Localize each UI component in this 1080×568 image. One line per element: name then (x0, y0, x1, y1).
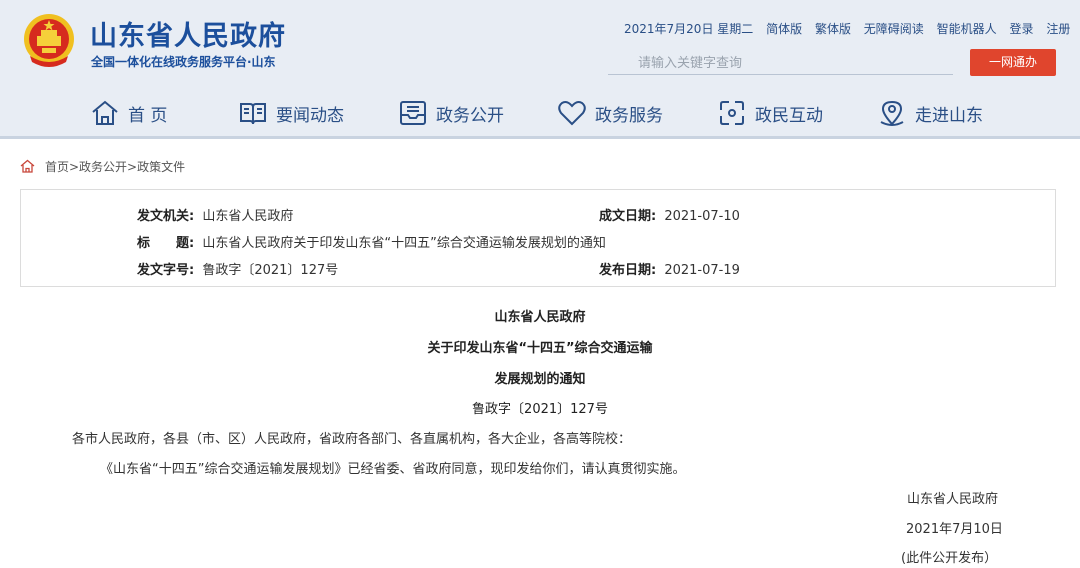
title-label: 标 题: (137, 236, 195, 251)
login-link[interactable]: 登录 (1009, 22, 1033, 36)
doc-number: 鲁政字〔2021〕127号 (472, 402, 608, 417)
doc-sign-date: 2021年7月10日 (906, 522, 1003, 537)
smart-robot-link[interactable]: 智能机器人 (937, 22, 997, 36)
title-value: 山东省人民政府关于印发山东省“十四五”综合交通运输发展规划的通知 (202, 236, 606, 251)
date-made-label: 成文日期: (599, 209, 657, 224)
doc-recipients: 各市人民政府，各县（市、区）人民政府，省政府各部门、各直属机构，各大企业，各高等… (72, 432, 632, 447)
issuer-value: 山东省人民政府 (202, 209, 294, 224)
date-made-value: 2021-07-10 (664, 209, 740, 224)
doc-no-value: 鲁政字〔2021〕127号 (202, 263, 339, 278)
nav-item-news[interactable]: 要闻动态 (238, 94, 344, 132)
traditional-link[interactable]: 繁体版 (815, 22, 851, 36)
doc-signature: 山东省人民政府 (907, 492, 999, 507)
publish-date-value: 2021-07-19 (664, 263, 740, 278)
doc-heading-issuer: 山东省人民政府 (494, 310, 586, 325)
header-divider (0, 136, 1080, 139)
meta-publish-row: 发布日期: 2021-07-19 (599, 259, 740, 278)
nav-label-home: 首 页 (128, 105, 168, 126)
site-title[interactable]: 山东省人民政府 (90, 14, 286, 53)
doc-body: 《山东省“十四五”综合交通运输发展规划》已经省委、省政府同意，现印发给你们，请认… (100, 462, 686, 477)
home-icon[interactable] (20, 159, 35, 174)
nav-label-open-gov: 政务公开 (436, 105, 504, 126)
nav-label-news: 要闻动态 (276, 105, 344, 126)
doc-note: (此件公开发布） (901, 551, 998, 566)
nav-label-services: 政务服务 (595, 105, 663, 126)
search-input[interactable] (608, 53, 953, 74)
nav-item-open-gov[interactable]: 政务公开 (398, 94, 504, 132)
meta-title-row: 标 题: 山东省人民政府关于印发山东省“十四五”综合交通运输发展规划的通知 (137, 232, 606, 251)
issuer-label: 发文机关: (137, 209, 195, 224)
top-links: 2021年7月20日 星期二 简体版 繁体版 无障碍阅读 智能机器人 登录 注册 (624, 20, 1079, 37)
publish-date-label: 发布日期: (599, 263, 657, 278)
document-meta-box: 发文机关: 山东省人民政府 成文日期: 2021-07-10 标 题: 山东省人… (20, 189, 1056, 287)
breadcrumb: 首页>政务公开>政策文件 (20, 158, 185, 175)
inbox-icon (400, 101, 426, 125)
current-date: 2021年7月20日 星期二 (624, 22, 754, 36)
nav-item-interaction[interactable]: 政民互动 (717, 94, 823, 132)
search-bar (608, 52, 953, 75)
home-icon (92, 100, 118, 125)
main-nav: 首 页 要闻动态 政务公开 政务服务 政民互动 走进山东 (0, 94, 1080, 132)
meta-issuer-row: 发文机关: 山东省人民政府 (137, 205, 293, 224)
nav-item-shandong[interactable]: 走进山东 (877, 94, 983, 132)
register-link[interactable]: 注册 (1046, 22, 1070, 36)
national-emblem-icon (24, 14, 74, 67)
doc-heading-title-1: 关于印发山东省“十四五”综合交通运输 (427, 341, 653, 356)
doc-no-label: 发文字号: (137, 263, 195, 278)
simplified-link[interactable]: 简体版 (766, 22, 802, 36)
breadcrumb-path[interactable]: 首页>政务公开>政策文件 (45, 158, 185, 175)
one-net-service-button[interactable]: 一网通办 (970, 49, 1056, 76)
location-icon (880, 100, 904, 126)
nav-label-shandong: 走进山东 (915, 105, 983, 126)
interaction-icon (720, 101, 744, 125)
meta-doc-no-row: 发文字号: 鲁政字〔2021〕127号 (137, 259, 338, 278)
meta-date-made-row: 成文日期: 2021-07-10 (599, 205, 740, 224)
heart-icon (558, 101, 586, 126)
nav-item-services[interactable]: 政务服务 (557, 94, 663, 132)
site-subtitle: 全国一体化在线政务服务平台·山东 (91, 55, 276, 69)
accessible-reading-link[interactable]: 无障碍阅读 (864, 22, 924, 36)
book-icon (240, 103, 266, 125)
nav-label-interaction: 政民互动 (755, 105, 823, 126)
doc-heading-title-2: 发展规划的通知 (494, 372, 586, 387)
nav-item-home[interactable]: 首 页 (90, 94, 167, 132)
